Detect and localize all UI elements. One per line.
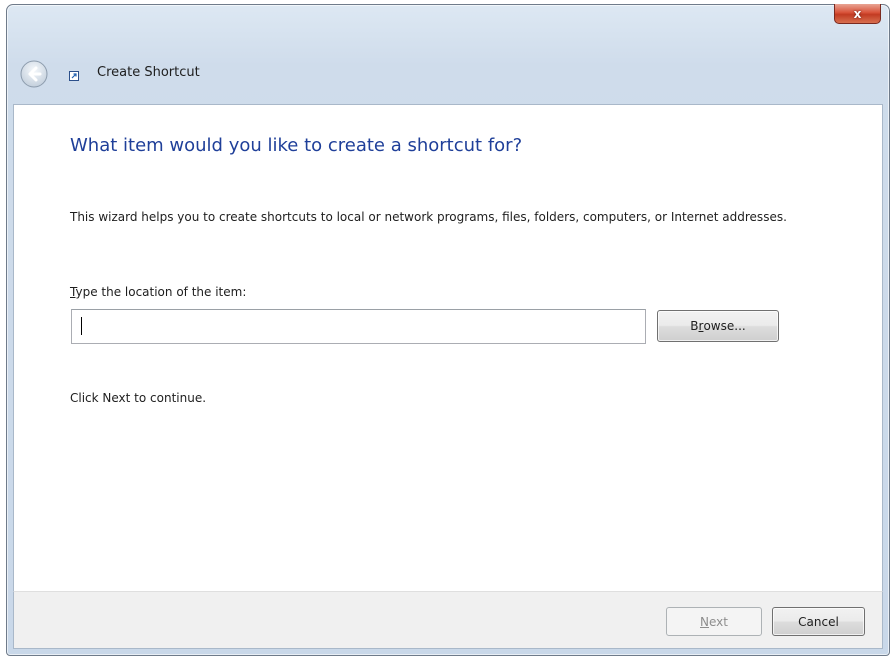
wizard-content-panel: What item would you like to create a sho… — [13, 104, 883, 591]
window-title: Create Shortcut — [97, 65, 200, 80]
back-arrow-icon[interactable] — [20, 60, 48, 88]
location-input[interactable] — [71, 309, 646, 344]
location-label: Type the location of the item: — [70, 285, 246, 299]
shortcut-icon — [69, 71, 79, 81]
title-bar: Create Shortcut — [7, 5, 889, 100]
browse-label-rest: owse... — [703, 319, 746, 333]
wizard-footer: Next Cancel — [13, 591, 883, 649]
wizard-heading: What item would you like to create a sho… — [70, 135, 523, 156]
next-button[interactable]: Next — [666, 607, 762, 636]
create-shortcut-window: x Create Shortcut What item would you li… — [6, 4, 890, 656]
wizard-description: This wizard helps you to create shortcut… — [70, 210, 787, 224]
continue-instruction: Click Next to continue. — [70, 391, 207, 405]
next-label-rest: ext — [709, 614, 728, 629]
text-caret — [81, 317, 82, 335]
location-label-text: ype the location of the item: — [75, 285, 247, 299]
browse-label-start: B — [690, 319, 699, 333]
browse-button[interactable]: Br owse... — [657, 310, 779, 342]
next-label-accel: N — [700, 614, 709, 629]
cancel-button[interactable]: Cancel — [772, 607, 865, 636]
